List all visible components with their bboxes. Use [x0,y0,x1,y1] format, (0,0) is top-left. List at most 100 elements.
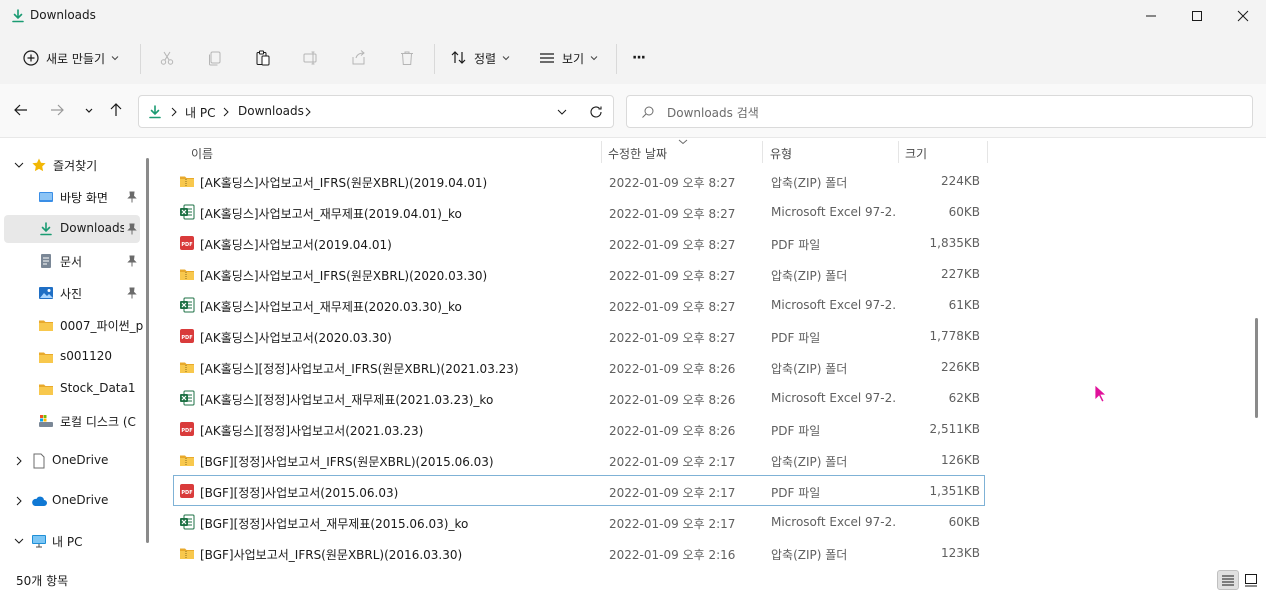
folder-icon [39,320,53,331]
pin-icon[interactable] [126,255,138,267]
file-row[interactable]: PDF [AK홀딩스]사업보고서(2019.04.01) 2022-01-09 오후… [173,227,985,258]
excel-file-icon [180,514,195,530]
pin-icon[interactable] [126,287,138,299]
column-divider[interactable] [898,141,899,163]
sidebar-item-pictures[interactable]: 사진 [4,279,140,307]
sort-button[interactable]: 정렬 [450,44,510,72]
file-name: [AK홀딩스]사업보고서(2020.03.30) [200,331,392,345]
rename-button[interactable] [302,44,320,72]
pin-icon[interactable] [126,223,138,235]
column-divider[interactable] [601,141,602,163]
sidebar-item-folder[interactable]: s001120 [4,343,140,371]
sidebar-item-onedrive-cloud[interactable]: OneDrive [4,487,140,515]
svg-text:PDF: PDF [181,490,192,496]
paste-button[interactable] [254,44,272,72]
search-box[interactable]: Downloads 검색 [626,95,1253,128]
sidebar-item-onedrive[interactable]: OneDrive [4,447,140,475]
minimize-icon [1146,15,1156,17]
file-row[interactable]: [BGF][정정]사업보고서_재무제표(2015.06.03)_ko 2022-0… [173,506,985,537]
sidebar-item-documents[interactable]: 문서 [4,247,140,275]
column-divider[interactable] [987,141,988,163]
sidebar-item-folder[interactable]: 0007_파이썬_p [4,311,143,339]
file-row[interactable]: PDF [BGF][정정]사업보고서(2015.06.03) 2022-01-09 … [173,475,985,506]
column-divider[interactable] [762,141,763,163]
breadcrumb-downloads[interactable]: Downloads [238,104,304,118]
back-button[interactable] [12,101,30,119]
file-modified-date: 2022-01-09 오후 2:17 [609,486,736,500]
column-header-label: 크기 [905,147,928,161]
column-header-type[interactable]: 유형 [770,138,896,166]
trash-icon [401,51,413,65]
copy-button[interactable] [206,44,224,72]
tiles-view-button[interactable] [1240,570,1262,590]
chevron-right-icon[interactable] [14,456,24,466]
refresh-icon[interactable] [588,104,604,120]
file-row[interactable]: [AK홀딩스]사업보고서_IFRS(원문XBRL)(2019.04.01) 202… [173,165,985,196]
file-size: 1,778KB [929,329,980,343]
scrollbar-thumb[interactable] [1255,318,1258,418]
file-type: Microsoft Excel 97-2... [771,391,897,405]
sidebar-scrollbar[interactable] [146,158,149,543]
minimize-button[interactable] [1128,0,1174,32]
file-row[interactable]: [AK홀딩스]사업보고서_재무제표(2020.03.30)_ko 2022-01-… [173,289,985,320]
address-bar[interactable]: 내 PC Downloads [138,95,614,128]
pin-icon[interactable] [126,191,138,203]
view-menu-button[interactable]: 보기 [538,44,598,72]
mouse-cursor-icon [1094,384,1108,403]
recent-locations-button[interactable] [80,101,98,119]
zip-folder-icon [180,176,194,187]
file-name: [AK홀딩스][정정]사업보고서(2021.03.23) [200,424,424,438]
file-row[interactable]: [BGF]사업보고서_IFRS(원문XBRL)(2016.03.30) 2022-… [173,537,985,568]
file-modified-date: 2022-01-09 오후 8:27 [609,176,736,190]
up-button[interactable] [107,101,125,119]
chevron-down-icon[interactable] [557,107,567,117]
chevron-down-icon[interactable] [14,536,24,546]
zip-folder-icon [180,269,194,280]
file-row[interactable]: PDF [AK홀딩스][정정]사업보고서(2021.03.23) 2022-01-0… [173,413,985,444]
more-options-button[interactable]: ··· [632,44,646,72]
sidebar-item-this-pc[interactable]: 내 PC [4,527,140,555]
file-modified-date: 2022-01-09 오후 8:26 [609,424,736,438]
excel-file-icon [180,390,195,406]
chevron-down-icon[interactable] [14,160,24,170]
chevron-right-icon[interactable] [14,496,24,506]
file-row[interactable]: [AK홀딩스]사업보고서_재무제표(2019.04.01)_ko 2022-01-… [173,196,985,227]
column-header-date[interactable]: 수정한 날짜 [608,138,758,166]
sidebar-item-downloads[interactable]: Downloads [4,215,140,243]
sidebar-item-label: 사진 [60,287,83,301]
sidebar-item-desktop[interactable]: 바탕 화면 [4,183,140,211]
sidebar-item-folder[interactable]: Stock_Data1 [4,375,140,403]
file-row[interactable]: [BGF][정정]사업보고서_IFRS(원문XBRL)(2015.06.03) 2… [173,444,985,475]
pc-icon [32,535,46,548]
column-header-label: 이름 [191,147,214,161]
new-button[interactable]: 새로 만들기 [22,44,119,72]
maximize-button[interactable] [1174,0,1220,32]
file-modified-date: 2022-01-09 오후 2:17 [609,517,736,531]
vertical-scrollbar[interactable] [1254,138,1260,568]
delete-button[interactable] [398,44,416,72]
close-button[interactable] [1220,0,1266,32]
column-header-name[interactable]: 이름 [191,138,599,166]
sidebar-item-local-disk[interactable]: 로컬 디스크 (C [4,407,140,435]
file-size: 62KB [948,391,980,405]
file-name: [AK홀딩스][정정]사업보고서_재무제표(2021.03.23)_ko [200,393,494,407]
sidebar-item-favorites[interactable]: 즐겨찾기 [4,151,140,179]
column-header-size[interactable]: 크기 [905,138,985,166]
file-row[interactable]: PDF [AK홀딩스]사업보고서(2020.03.30) 2022-01-09 오후… [173,320,985,351]
cut-button[interactable] [158,44,176,72]
toolbar-divider [434,44,435,74]
file-modified-date: 2022-01-09 오후 8:27 [609,238,736,252]
zip-folder-icon [180,362,194,373]
file-row[interactable]: [AK홀딩스][정정]사업보고서_IFRS(원문XBRL)(2021.03.23… [173,351,985,382]
star-icon [32,158,46,172]
file-row[interactable]: [AK홀딩스][정정]사업보고서_재무제표(2021.03.23)_ko 2022… [173,382,985,413]
breadcrumb-pc[interactable]: 내 PC [185,104,215,121]
forward-button[interactable] [48,101,66,119]
file-row[interactable]: [AK홀딩스]사업보고서_IFRS(원문XBRL)(2020.03.30) 202… [173,258,985,289]
details-view-button[interactable] [1217,570,1239,590]
chevron-down-icon [502,56,510,61]
toolbar-divider [616,44,617,74]
search-placeholder: Downloads 검색 [667,106,759,120]
share-button[interactable] [350,44,368,72]
file-type: PDF 파일 [771,424,821,438]
